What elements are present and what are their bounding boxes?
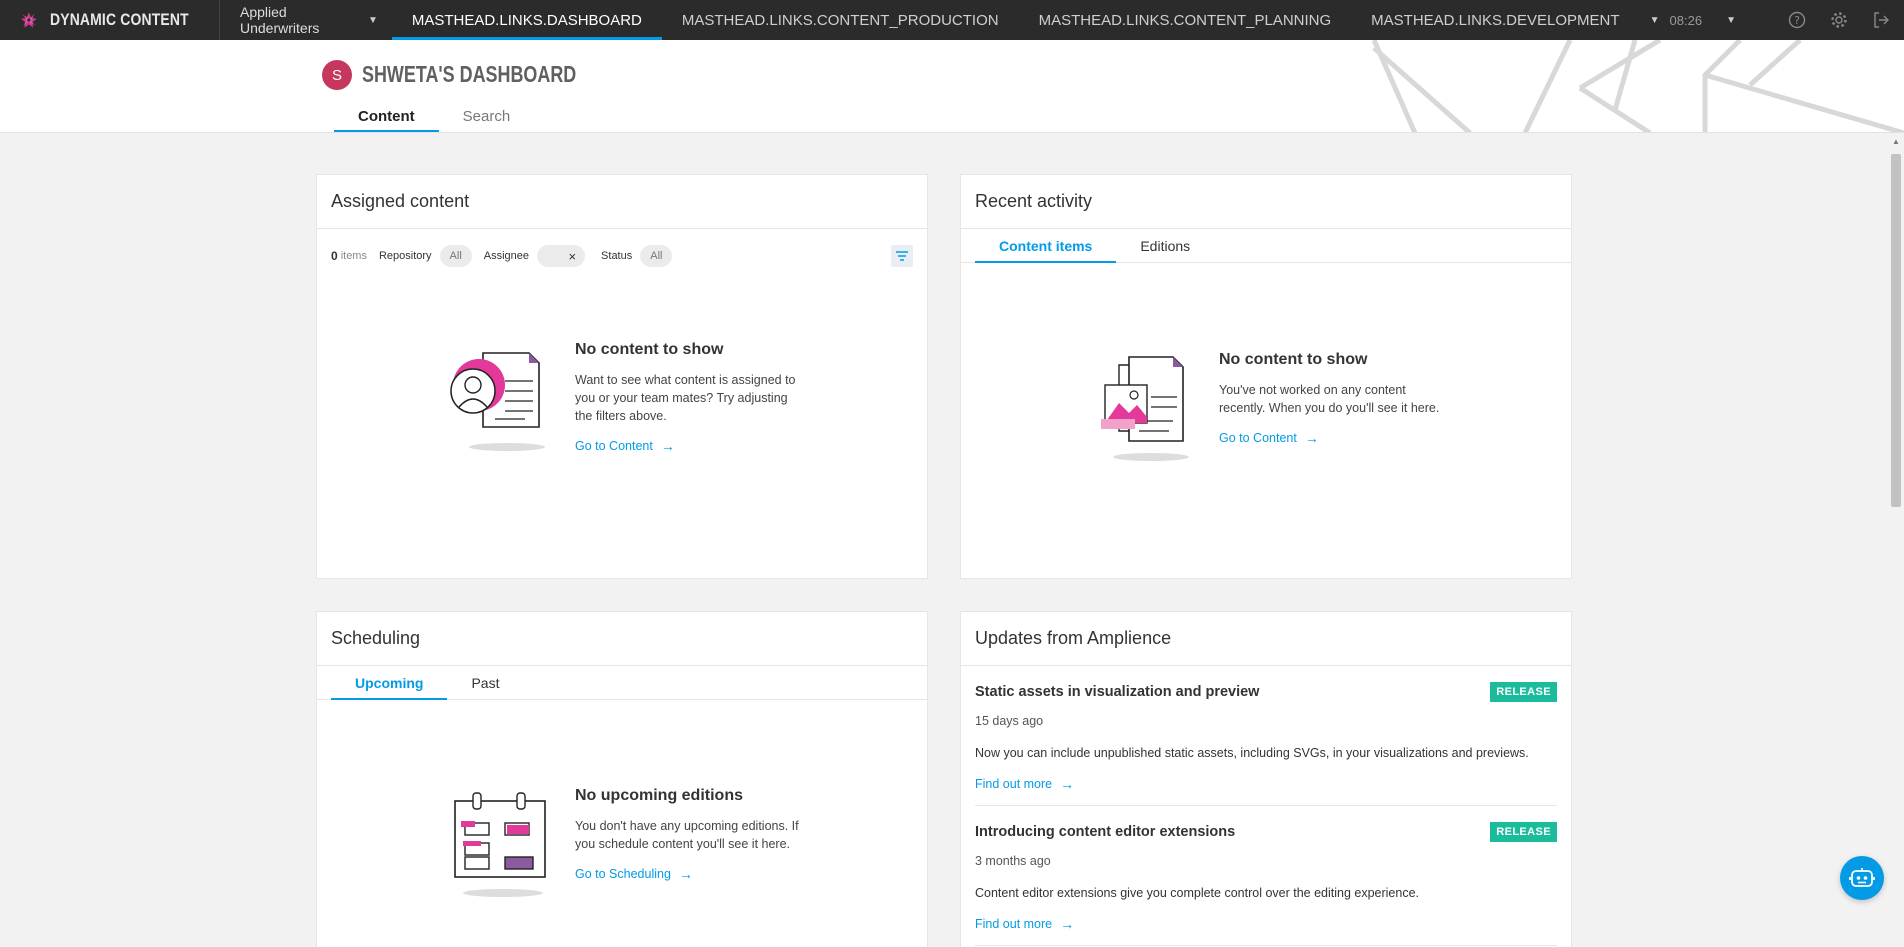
status-filter[interactable]: All <box>640 245 673 267</box>
arrow-right-icon: → <box>1060 776 1075 792</box>
recent-activity-card: Recent activity Content items Editions N… <box>960 174 1572 579</box>
update-date: 3 months ago <box>975 854 1051 868</box>
assigned-filter-bar: 0 items Repository All Assignee × Status… <box>317 229 927 283</box>
assigned-document-illustration-icon <box>450 352 545 451</box>
go-to-scheduling-link[interactable]: Go to Scheduling → <box>575 866 693 882</box>
arrow-right-icon: → <box>1060 916 1075 932</box>
scroll-up-icon[interactable]: ▲ <box>1892 137 1900 146</box>
dashboard-header: S SHWETA'S DASHBOARD Content Search <box>0 40 1904 133</box>
image-document-illustration-icon <box>1101 356 1189 461</box>
main-nav: MASTHEAD.LINKS.DASHBOARD MASTHEAD.LINKS.… <box>391 0 1670 40</box>
gear-icon[interactable] <box>1828 9 1850 31</box>
masthead-right: 08:26 ▼ ? <box>1670 0 1904 40</box>
tab-content-items[interactable]: Content items <box>975 229 1117 263</box>
card-title: Assigned content <box>317 175 927 229</box>
empty-title: No upcoming editions <box>575 787 743 804</box>
nav-more-chevron-down-icon[interactable]: ▼ <box>1640 0 1670 40</box>
status-filter-label: Status <box>601 250 633 262</box>
recent-activity-tabs: Content items Editions <box>961 229 1571 263</box>
product-name: DYNAMIC CONTENT <box>49 10 189 29</box>
empty-title: No content to show <box>575 341 724 358</box>
calendar-illustration-icon <box>454 792 546 897</box>
link-label: Find out more <box>975 917 1053 931</box>
update-body: Content editor extensions give you compl… <box>975 886 1420 900</box>
empty-text: You've not worked on any content recentl… <box>1219 383 1440 415</box>
find-out-more-link[interactable]: Find out more → <box>975 776 1074 805</box>
release-badge: RELEASE <box>1490 822 1557 842</box>
scrollbar-thumb[interactable] <box>1891 154 1901 507</box>
close-icon[interactable]: × <box>568 249 576 264</box>
link-label: Go to Content <box>1219 431 1297 445</box>
page-title: SHWETA'S DASHBOARD <box>362 61 577 87</box>
repository-filter[interactable]: All <box>439 245 472 267</box>
find-out-more-link[interactable]: Find out more → <box>975 916 1074 945</box>
items-label: items <box>340 250 367 262</box>
arrow-right-icon: → <box>1304 430 1319 446</box>
go-to-content-link[interactable]: Go to Content → <box>575 438 675 454</box>
updates-card: Updates from Amplience Static assets in … <box>960 611 1572 947</box>
dynamic-content-logo-icon <box>21 12 37 28</box>
card-title: Scheduling <box>317 612 927 666</box>
go-to-content-link[interactable]: Go to Content → <box>1219 430 1319 446</box>
assigned-empty-state: No content to show Want to see what cont… <box>445 341 805 461</box>
arrow-right-icon: → <box>660 438 675 454</box>
recent-empty-state: No content to show You've not worked on … <box>1089 351 1449 471</box>
app-logo[interactable]: DYNAMIC CONTENT <box>0 0 220 40</box>
svg-text:?: ? <box>1794 14 1800 27</box>
update-item: Introducing content editor extensions RE… <box>975 806 1557 946</box>
robot-icon <box>1849 868 1875 887</box>
scheduling-tabs: Upcoming Past <box>317 666 927 700</box>
decorative-star-background <box>1371 40 1904 132</box>
card-title: Updates from Amplience <box>961 612 1571 666</box>
tab-content[interactable]: Content <box>334 100 439 132</box>
link-label: Go to Content <box>575 439 653 453</box>
tab-search[interactable]: Search <box>439 100 535 132</box>
filter-icon[interactable] <box>891 245 913 267</box>
tab-editions[interactable]: Editions <box>1116 229 1214 262</box>
assignee-filter[interactable]: × <box>537 245 586 267</box>
empty-text: Want to see what content is assigned to … <box>575 373 796 423</box>
user-menu-chevron-down-icon[interactable]: ▼ <box>1726 15 1736 26</box>
update-date: 15 days ago <box>975 714 1044 728</box>
scheduling-empty-state: No upcoming editions You don't have any … <box>445 787 805 907</box>
arrow-right-icon: → <box>678 866 693 882</box>
nav-development[interactable]: MASTHEAD.LINKS.DEVELOPMENT <box>1351 0 1639 40</box>
hub-selector[interactable]: Applied Underwriters ▼ <box>220 0 392 40</box>
nav-content-production[interactable]: MASTHEAD.LINKS.CONTENT_PRODUCTION <box>662 0 1019 40</box>
assignee-filter-label: Assignee <box>483 250 530 262</box>
release-badge: RELEASE <box>1490 682 1557 702</box>
clock: 08:26 <box>1669 12 1703 28</box>
help-icon[interactable]: ? <box>1786 9 1808 31</box>
empty-text: You don't have any upcoming editions. If… <box>575 819 799 851</box>
item-count: 0 <box>331 249 338 263</box>
chevron-down-icon: ▼ <box>367 14 378 26</box>
dashboard-tabs: Content Search <box>334 100 535 132</box>
nav-content-planning[interactable]: MASTHEAD.LINKS.CONTENT_PLANNING <box>1019 0 1352 40</box>
tab-past[interactable]: Past <box>447 666 523 699</box>
hub-name: Applied Underwriters <box>240 4 320 36</box>
logout-icon[interactable] <box>1870 9 1892 31</box>
card-title: Recent activity <box>961 175 1571 229</box>
assigned-content-card: Assigned content 0 items Repository All … <box>316 174 928 579</box>
link-label: Find out more <box>975 777 1053 791</box>
page-scrollbar[interactable]: ▲ <box>1888 135 1904 947</box>
update-item: Static assets in visualization and previ… <box>975 666 1557 806</box>
repository-filter-label: Repository <box>378 250 432 262</box>
update-body: Now you can include unpublished static a… <box>975 746 1529 760</box>
chatbot-button[interactable] <box>1840 856 1884 900</box>
avatar: S <box>322 60 352 90</box>
empty-title: No content to show <box>1219 351 1368 368</box>
update-title: Introducing content editor extensions <box>975 824 1236 840</box>
scheduling-card: Scheduling Upcoming Past No upcoming edi… <box>316 611 928 947</box>
nav-dashboard[interactable]: MASTHEAD.LINKS.DASHBOARD <box>391 0 662 40</box>
masthead: DYNAMIC CONTENT Applied Underwriters ▼ M… <box>0 0 1904 40</box>
update-title: Static assets in visualization and previ… <box>975 684 1260 700</box>
tab-upcoming[interactable]: Upcoming <box>331 666 448 700</box>
link-label: Go to Scheduling <box>575 867 671 881</box>
